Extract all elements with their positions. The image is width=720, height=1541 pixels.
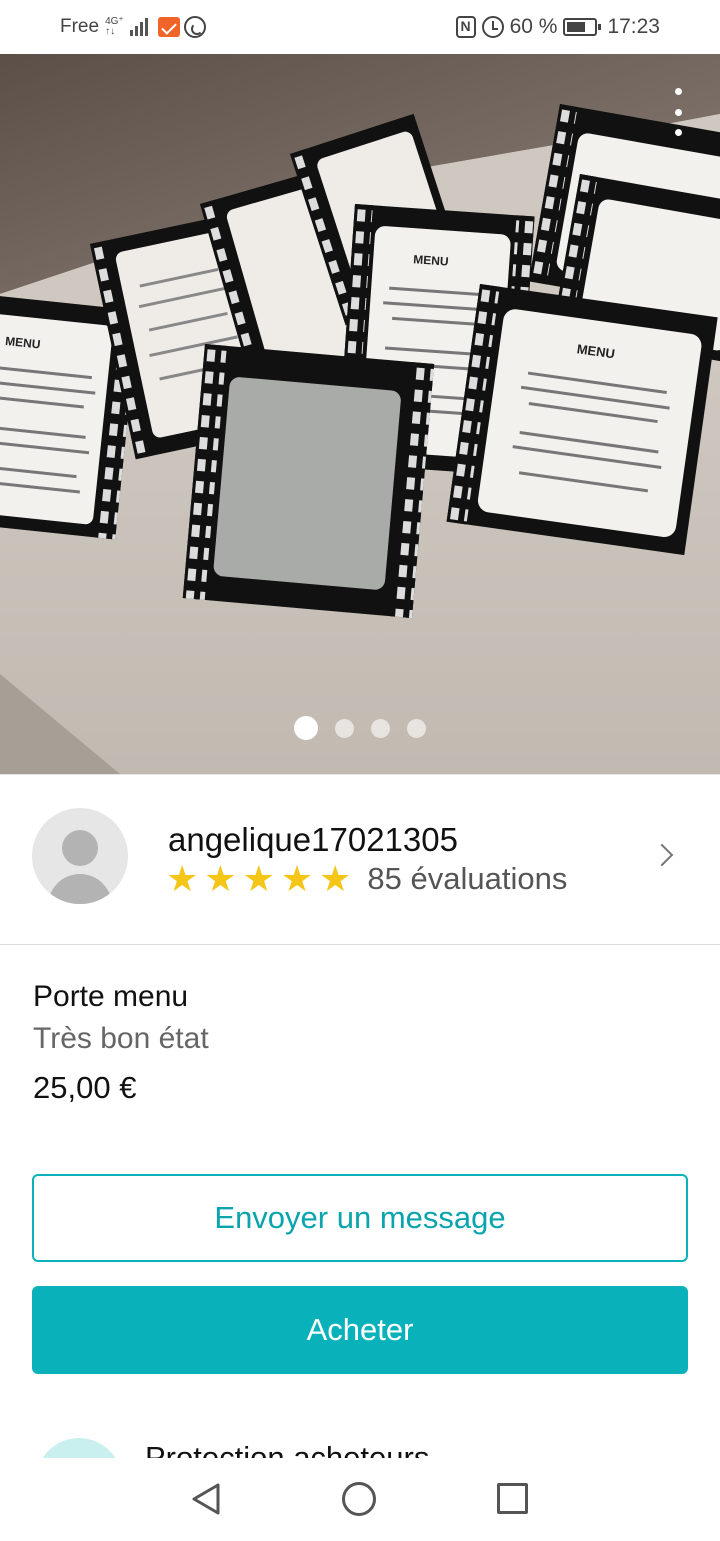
more-dot	[674, 88, 682, 95]
menu-heading-label: MENU	[413, 252, 449, 268]
item-price: 25,00 €	[33, 1070, 137, 1105]
star-icon: ★	[280, 858, 314, 899]
nfc-icon: N	[455, 16, 476, 38]
avatar[interactable]	[32, 808, 128, 904]
seller-username[interactable]: angelique17021305	[168, 821, 458, 859]
photo-gallery[interactable]: MENU MENU MENU	[0, 54, 720, 774]
carousel-dot-4[interactable]	[407, 718, 426, 738]
star-icon: ★	[242, 858, 275, 899]
notification-app-icon	[157, 17, 180, 37]
more-dot	[674, 108, 682, 116]
network-type: 4G⁺ ↑↓	[105, 16, 124, 37]
alarm-icon	[481, 16, 504, 38]
star-icon: ★	[166, 858, 199, 899]
status-left: Free 4G⁺ ↑↓	[60, 14, 206, 40]
item-title: Porte menu	[33, 980, 189, 1013]
item-photo: MENU MENU MENU	[0, 54, 720, 774]
back-icon[interactable]	[188, 1481, 224, 1517]
battery-icon	[563, 18, 602, 36]
star-icon: ★	[204, 858, 237, 899]
recent-apps-icon[interactable]	[497, 1483, 528, 1514]
clock: 17:23	[607, 15, 660, 38]
send-message-button[interactable]: Envoyer un message	[32, 1174, 688, 1262]
carousel-dot-2[interactable]	[335, 718, 354, 738]
carousel-indicator	[0, 716, 720, 740]
whatsapp-icon	[183, 16, 206, 38]
shield-icon	[36, 1438, 122, 1458]
item-condition: Très bon état	[33, 1022, 209, 1055]
avatar-shoulders	[48, 874, 112, 904]
seller-rating[interactable]: ★ ★ ★ ★ ★ 85 évaluations	[166, 861, 567, 897]
buy-button[interactable]: Acheter	[32, 1286, 688, 1374]
signal-icon	[129, 18, 148, 36]
status-right: N 60 % 17:23	[455, 14, 660, 40]
battery-percent: 60 %	[509, 15, 558, 38]
buyer-protection-row[interactable]: Protection acheteurs	[0, 1420, 720, 1458]
rating-count: 85 évaluations	[367, 861, 568, 896]
seller-row[interactable]: angelique17021305 ★ ★ ★ ★ ★ 85 évaluatio…	[0, 775, 720, 945]
star-icon: ★	[319, 858, 352, 899]
avatar-head	[62, 830, 98, 866]
system-nav-bar	[0, 1458, 720, 1541]
buyer-protection-label: Protection acheteurs	[145, 1440, 430, 1458]
carousel-dot-3[interactable]	[371, 718, 390, 738]
carrier-label: Free	[60, 16, 100, 37]
more-options-button[interactable]	[666, 88, 690, 136]
home-icon[interactable]	[342, 1482, 376, 1516]
carousel-dot-1[interactable]	[294, 716, 318, 740]
status-bar: Free 4G⁺ ↑↓ N 60 % 17:23	[0, 0, 720, 54]
more-dot	[674, 129, 682, 136]
chevron-right-icon[interactable]	[650, 843, 674, 867]
